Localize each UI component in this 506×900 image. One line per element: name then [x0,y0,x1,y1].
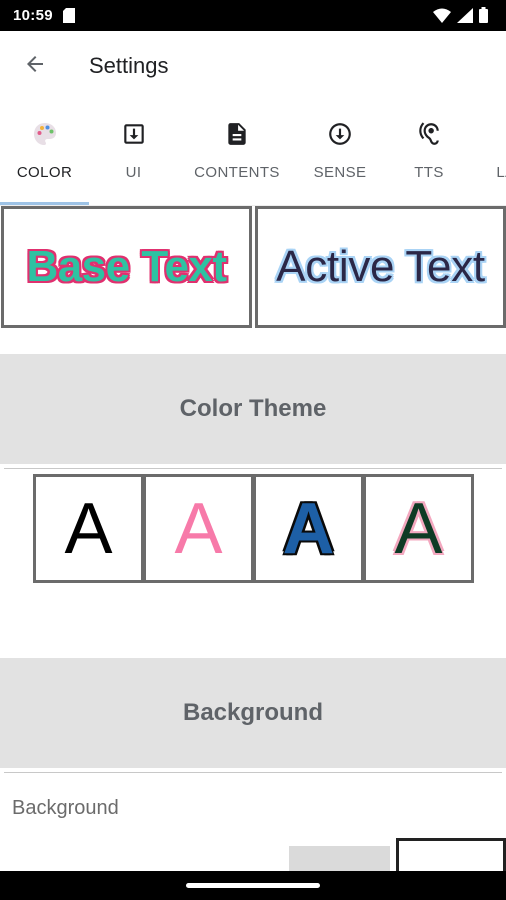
background-label: Background [12,797,119,819]
section-title: Background [182,699,323,726]
active-text: Active Text [276,242,485,291]
tab-label: SENSE [313,164,367,181]
app-bar: Settings [0,31,506,101]
divider [4,772,502,773]
sd-card-icon [63,8,75,28]
color-theme-option-2[interactable]: A [143,474,254,583]
theme-letter: A [282,488,335,569]
tab-label: LA [496,164,506,181]
tab-indicator [0,202,89,205]
divider [4,468,502,469]
color-theme-option-3[interactable]: A [253,474,364,583]
tab-bar: COLOR UI CONTENTS SENSE TTS LA [0,101,506,206]
status-time: 10:59 [13,7,53,24]
status-bar: 10:59 [0,0,506,31]
section-title: Color Theme [179,395,327,422]
theme-letter: A [64,488,113,569]
color-theme-header: Color Theme [0,354,506,464]
active-text-preview[interactable]: Active Text [255,206,506,328]
arrow-left-icon [23,52,47,81]
theme-letter: A [394,488,443,569]
tab-label: CONTENTS [194,164,280,181]
status-icons [433,7,488,28]
home-gesture-handle[interactable] [186,883,320,888]
back-button[interactable] [14,45,56,87]
tab-label: COLOR [16,164,73,181]
tab-contents[interactable]: CONTENTS [185,101,289,205]
color-theme-option-1[interactable]: A [33,474,144,583]
color-theme-option-4[interactable]: A [363,474,474,583]
base-text-preview[interactable]: Base Text [1,206,252,328]
base-text: Base Text [26,242,227,291]
hearing-icon [416,119,442,149]
document-icon [224,119,250,149]
arrow-down-circle-icon [327,119,353,149]
wifi-icon [433,8,451,28]
background-header: Background [0,658,506,768]
tab-la[interactable]: LA [486,101,506,205]
tab-label: TTS [414,164,444,181]
navigation-bar [0,871,506,900]
download-box-icon [121,119,147,149]
tab-ui[interactable]: UI [89,101,178,205]
cellular-signal-icon [457,7,473,28]
tab-tts[interactable]: TTS [394,101,464,205]
tab-color[interactable]: COLOR [0,101,89,205]
palette-icon [32,119,58,149]
battery-icon [479,7,488,28]
page-title: Settings [89,53,169,78]
text-preview-row: Base Text Active Text [0,206,506,328]
theme-letter: A [174,488,223,569]
tab-label: UI [125,164,142,181]
tab-sense[interactable]: SENSE [300,101,380,205]
color-theme-options: A A A A [33,474,474,583]
